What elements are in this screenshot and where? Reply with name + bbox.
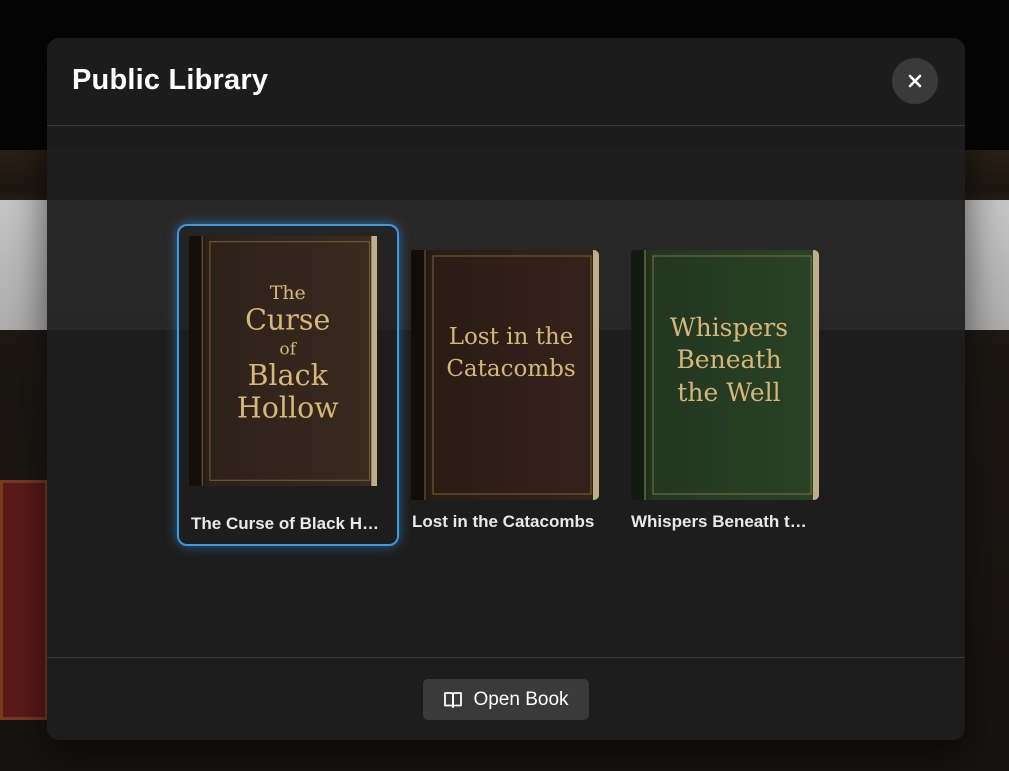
cover-line: Catacombs xyxy=(446,356,575,382)
open-book-button[interactable]: Open Book xyxy=(423,679,589,720)
book-cover: The Curse of Black Hollow xyxy=(189,236,387,498)
close-icon xyxy=(908,74,922,88)
cover-line: Hollow xyxy=(237,390,339,424)
modal-footer: Open Book xyxy=(47,657,965,740)
cover-line: Beneath xyxy=(676,345,781,374)
book-title-label: The Curse of Black Hollow xyxy=(191,514,381,533)
cover-line: of xyxy=(279,339,297,359)
close-button[interactable] xyxy=(892,58,938,104)
book-cover: Whispers Beneath the Well xyxy=(631,250,819,500)
library-modal: Public Library The Curse of Black Hollow… xyxy=(47,38,965,740)
modal-title: Public Library xyxy=(72,64,269,96)
background-card-blur xyxy=(0,480,48,720)
cover-line: Whispers xyxy=(670,313,788,342)
book-title-label: Whispers Beneath the Well xyxy=(631,512,815,531)
modal-header: Public Library xyxy=(47,38,965,126)
book-card-lost-in-the-catacombs[interactable]: Lost in the Catacombs Lost in the Cataco… xyxy=(411,250,601,540)
cover-line: The xyxy=(270,282,306,304)
book-card-curse-of-black-hollow[interactable]: The Curse of Black Hollow The Curse of B… xyxy=(177,224,399,546)
book-title-label: Lost in the Catacombs xyxy=(412,512,595,531)
open-book-button-label: Open Book xyxy=(473,688,569,710)
book-card-whispers-beneath-the-well[interactable]: Whispers Beneath the Well Whispers Benea… xyxy=(631,250,821,540)
cover-line: Black xyxy=(248,358,329,392)
cover-line: Curse xyxy=(245,302,330,336)
cover-line: Lost in the xyxy=(449,324,574,350)
cover-line: the Well xyxy=(677,378,780,407)
book-grid: The Curse of Black Hollow The Curse of B… xyxy=(47,126,965,657)
open-book-icon xyxy=(444,691,463,708)
book-cover: Lost in the Catacombs xyxy=(411,250,599,500)
